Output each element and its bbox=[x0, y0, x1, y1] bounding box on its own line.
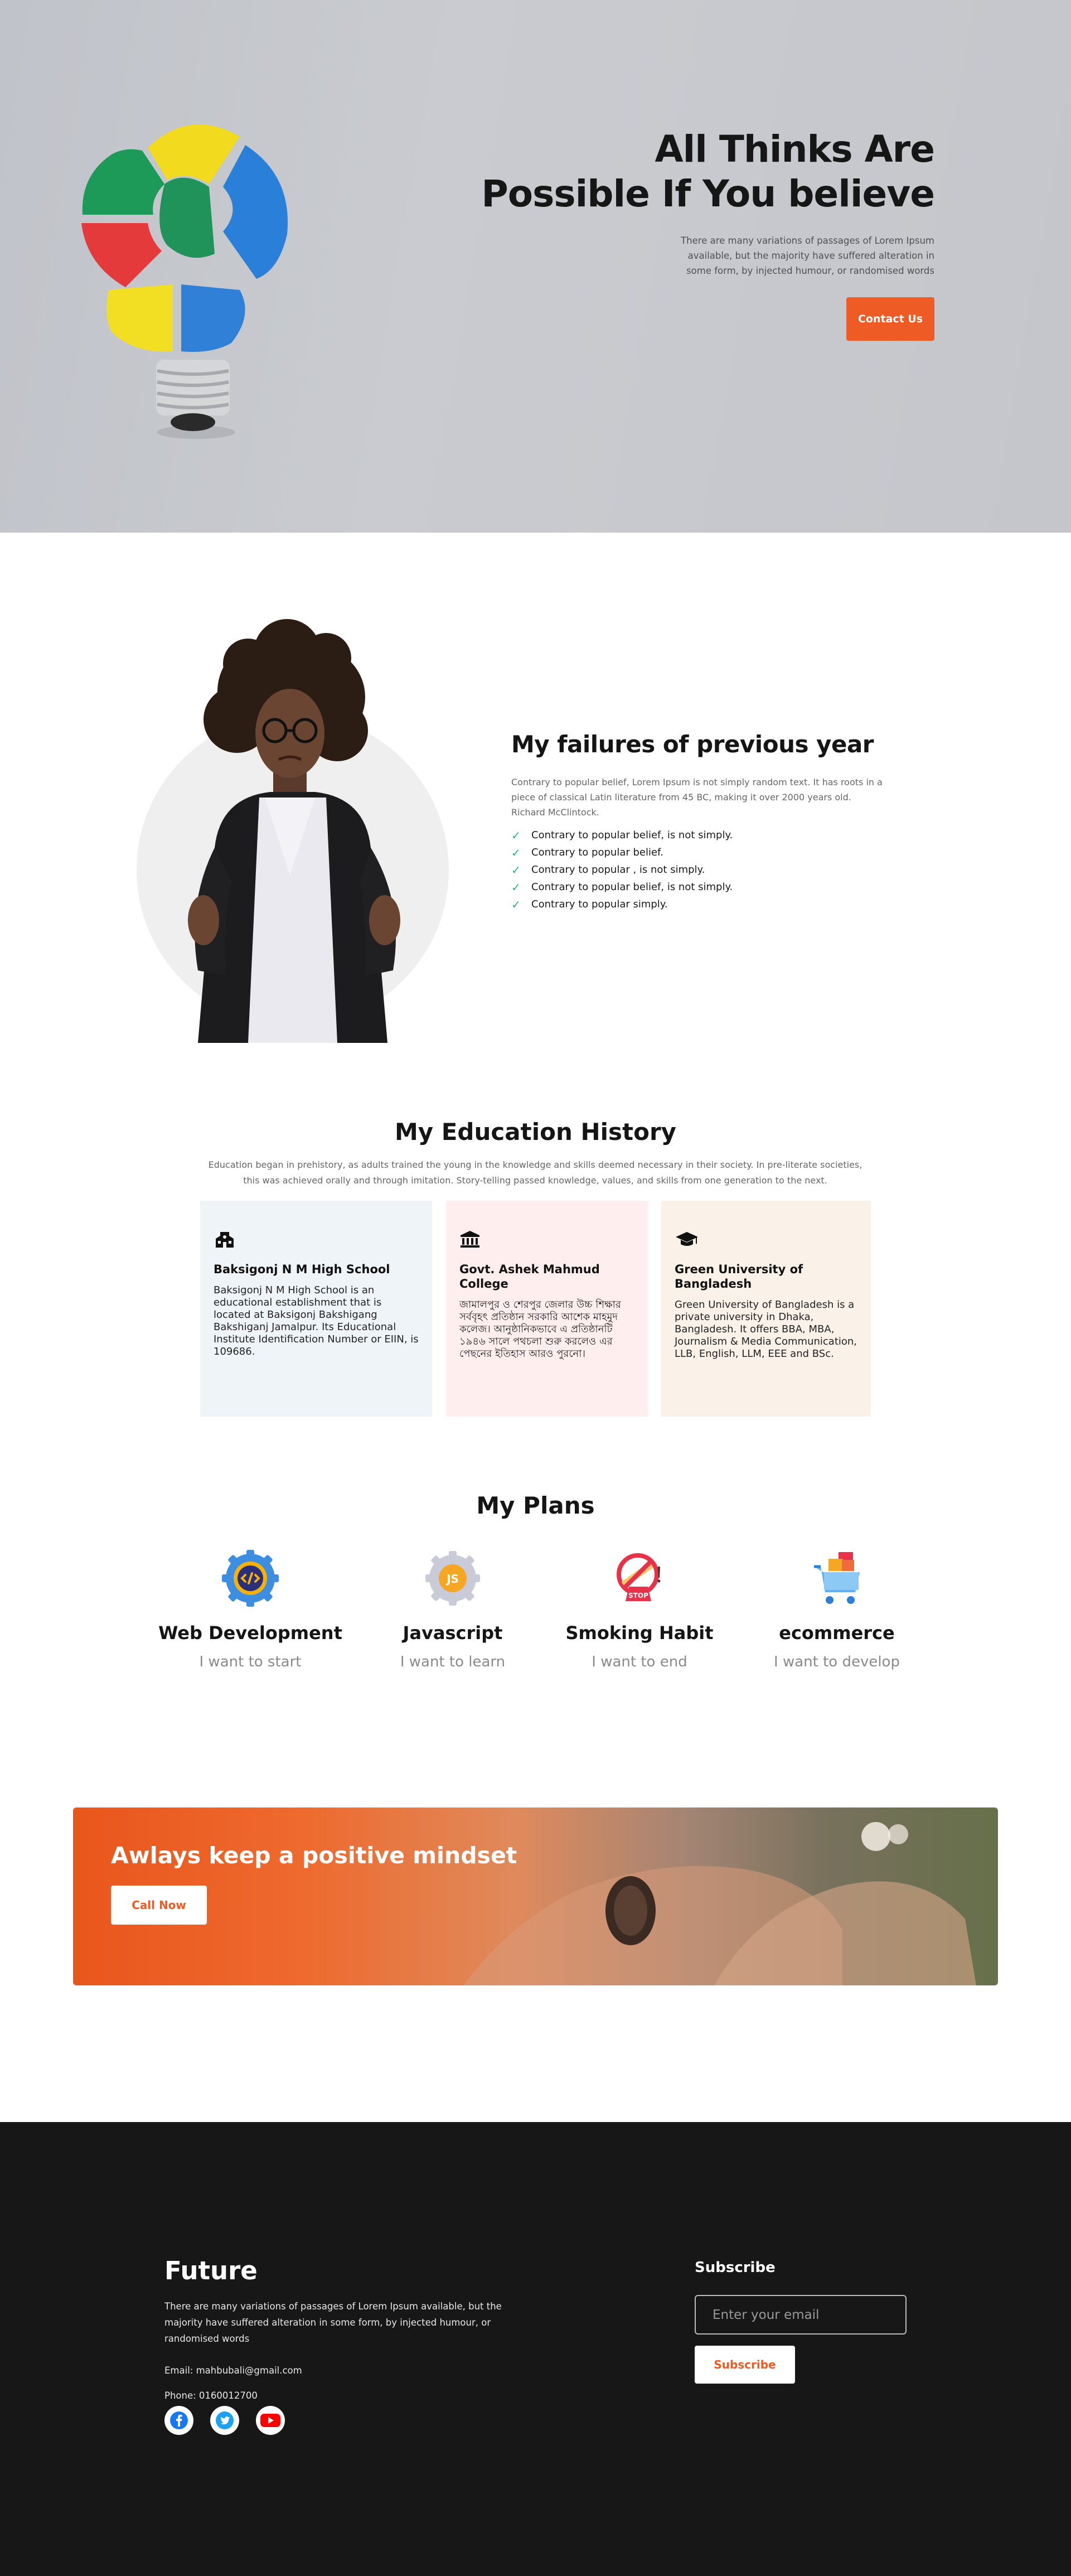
twitter-icon[interactable] bbox=[210, 2406, 239, 2435]
footer: Future There are many variations of pass… bbox=[0, 2122, 1071, 2576]
hero-description: There are many variations of passages of… bbox=[681, 235, 934, 276]
plan-name: Web Development bbox=[158, 1622, 342, 1644]
no-smoking-icon: STOP bbox=[609, 1548, 670, 1609]
list-item: ✓ Contrary to popular simply. bbox=[511, 896, 885, 913]
footer-phone: Phone: 0160012700 bbox=[164, 2390, 258, 2401]
education-card-name: Baksigonj N M High School bbox=[214, 1263, 390, 1276]
plan-subtitle: I want to start bbox=[199, 1654, 302, 1670]
failures-title: My failures of previous year bbox=[511, 731, 874, 758]
footer-brand: Future bbox=[164, 2256, 258, 2285]
code-gear-icon bbox=[220, 1548, 281, 1609]
plan-subtitle: I want to develop bbox=[774, 1654, 900, 1670]
wristwatch-photo bbox=[463, 1822, 976, 1985]
plan-smoking-habit: STOP Smoking Habit I want to end bbox=[539, 1548, 740, 1670]
hero-title-line2: Possible If You believe bbox=[481, 172, 935, 215]
check-icon: ✓ bbox=[511, 828, 521, 842]
email-input[interactable] bbox=[695, 2295, 907, 2335]
check-icon: ✓ bbox=[511, 880, 521, 894]
plan-ecommerce: ecommerce I want to develop bbox=[736, 1548, 937, 1670]
plan-javascript: JS Javascript I want to learn bbox=[352, 1548, 553, 1670]
subscribe-title: Subscribe bbox=[695, 2259, 776, 2276]
footer-email: Email: mahbubali@gmail.com bbox=[164, 2365, 302, 2376]
footer-description: There are many variations of passages of… bbox=[164, 2301, 502, 2344]
person-shrugging-image bbox=[137, 619, 449, 1043]
list-item-text: Contrary to popular belief, is not simpl… bbox=[531, 881, 733, 893]
list-item: ✓ Contrary to popular belief, is not simp… bbox=[511, 827, 885, 844]
education-card-name: Green University of Bangladesh bbox=[675, 1263, 803, 1291]
facebook-icon[interactable] bbox=[164, 2406, 193, 2435]
education-card-university: Green University of Bangladesh Green Uni… bbox=[661, 1201, 871, 1417]
list-item-text: Contrary to popular belief. bbox=[531, 847, 663, 858]
school-icon bbox=[214, 1230, 419, 1255]
hero-title-line1: All Thinks Are bbox=[655, 128, 935, 171]
education-card-college: Govt. Ashek Mahmud College জামালপুর ও শে… bbox=[446, 1201, 648, 1417]
education-card-text: জামালপুর ও শেরপুর জেলার উচ্চ শিক্ষার সর্… bbox=[459, 1299, 621, 1360]
subscribe-button[interactable]: Subscribe bbox=[695, 2346, 795, 2384]
list-item-text: Contrary to popular simply. bbox=[531, 898, 668, 910]
check-icon: ✓ bbox=[511, 845, 521, 859]
banner-title: Awlays keep a positive mindset bbox=[111, 1842, 517, 1869]
plan-subtitle: I want to end bbox=[592, 1654, 687, 1670]
failures-list: ✓ Contrary to popular belief, is not simp… bbox=[511, 827, 885, 913]
list-item: ✓ Contrary to popular , is not simply. bbox=[511, 861, 885, 878]
failures-section: My failures of previous year Contrary to… bbox=[511, 731, 885, 913]
education-card-name: Govt. Ashek Mahmud College bbox=[459, 1263, 600, 1291]
check-icon: ✓ bbox=[511, 897, 521, 911]
plans-title: My Plans bbox=[476, 1492, 595, 1519]
check-icon: ✓ bbox=[511, 863, 521, 877]
svg-text:JS: JS bbox=[445, 1572, 459, 1586]
education-title: My Education History bbox=[394, 1118, 677, 1146]
institution-icon bbox=[459, 1230, 634, 1255]
lightbulb-puzzle-image bbox=[81, 124, 288, 439]
list-item-text: Contrary to popular , is not simply. bbox=[531, 864, 705, 876]
youtube-icon[interactable] bbox=[256, 2406, 285, 2435]
hero-section: All Thinks Are Possible If You believe T… bbox=[0, 0, 1071, 533]
list-item-text: Contrary to popular belief, is not simpl… bbox=[531, 829, 733, 841]
javascript-gear-icon: JS bbox=[422, 1548, 483, 1609]
contact-us-button[interactable]: Contact Us bbox=[846, 297, 934, 341]
cta-banner: Awlays keep a positive mindset Call Now bbox=[73, 1807, 998, 1985]
plan-name: Smoking Habit bbox=[565, 1622, 714, 1644]
plan-web-development: Web Development I want to start bbox=[150, 1548, 351, 1670]
svg-text:STOP: STOP bbox=[628, 1592, 648, 1599]
plan-subtitle: I want to learn bbox=[400, 1654, 506, 1670]
education-description: Education began in prehistory, as adults… bbox=[208, 1159, 862, 1186]
shopping-cart-icon bbox=[806, 1548, 868, 1609]
list-item: ✓ Contrary to popular belief, is not simp… bbox=[511, 878, 885, 896]
graduation-cap-icon bbox=[675, 1230, 857, 1255]
hero-title: All Thinks Are Possible If You believe bbox=[433, 127, 935, 216]
education-card-school: Baksigonj N M High School Baksigonj N M … bbox=[200, 1201, 432, 1417]
call-now-button[interactable]: Call Now bbox=[111, 1886, 207, 1925]
social-links bbox=[164, 2406, 285, 2435]
plan-name: Javascript bbox=[403, 1622, 503, 1644]
education-card-text: Baksigonj N M High School is an educatio… bbox=[214, 1284, 419, 1357]
list-item: ✓ Contrary to popular belief. bbox=[511, 844, 885, 861]
plan-name: ecommerce bbox=[779, 1622, 895, 1644]
failures-description: Contrary to popular belief, Lorem Ipsum … bbox=[511, 777, 883, 818]
education-card-text: Green University of Bangladesh is a priv… bbox=[675, 1299, 857, 1360]
hero-text: All Thinks Are Possible If You believe T… bbox=[433, 127, 935, 341]
